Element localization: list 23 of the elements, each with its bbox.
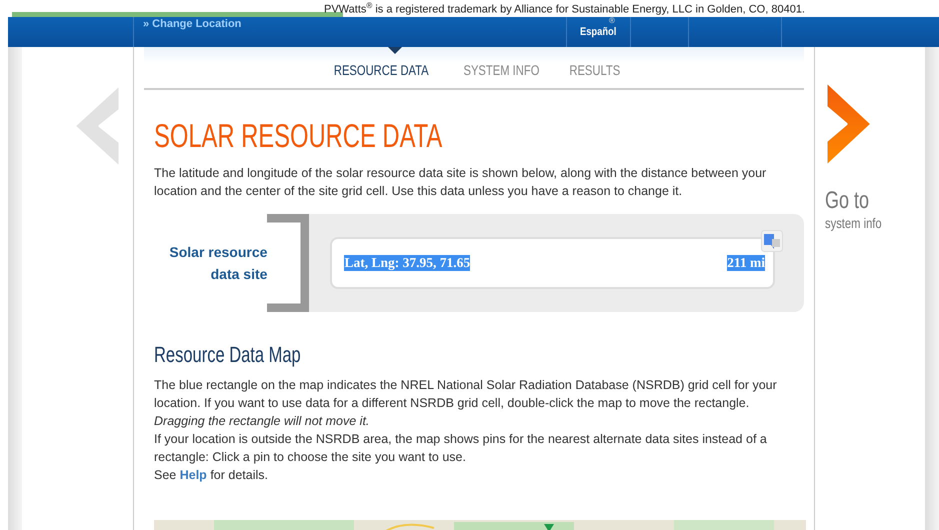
map-note: Dragging the rectangle will not move it. (154, 413, 370, 430)
help-suffix: for details. (210, 468, 268, 482)
distance-text: 211 mi (727, 255, 765, 271)
map-description: The blue rectangle on the map indicates the NREL National Solar Radiation Database (NSRDB) grid cell for your location. If you want to use data for a different NSRDB grid cell, double-click the map to move the rectangle. (154, 377, 778, 412)
tab[interactable]: SYSTEM INFO (464, 62, 540, 78)
page-title: SOLAR RESOURCE DATA (154, 118, 442, 154)
change-location-link[interactable]: » Change Location (143, 18, 242, 30)
next-step-title[interactable]: Go to (825, 187, 870, 215)
next-step-label[interactable]: system info (825, 215, 882, 231)
pointer-icon (388, 47, 402, 55)
map-description: If your location is outside the NSRDB area, the map shows pins for the nearest alternate data sites instead of a rectangle: Click a pin to choose the site you want to use. (154, 431, 768, 466)
trademark-notice: PVWatts$^{®}$ is a registered trademark by Alliance for Sustainable Energy, LLC in Golden, CO, 80401. (324, 1, 805, 16)
help-link[interactable]: Help (180, 468, 207, 482)
intro-text: The latitude and longitude of the solar resource data site is shown below, along with the distance between your location and the center of the site grid cell. Use this data unless you have a reason to change it. (154, 165, 768, 200)
tab[interactable]: RESULTS (569, 62, 620, 78)
tab[interactable]: RESOURCE DATA (333, 62, 428, 78)
site-label: Solar resource data site (168, 243, 268, 284)
help-prefix: See (154, 468, 176, 482)
coordinates-text: Lat, Lng: 37.95, 71.65 (344, 255, 470, 271)
language-link[interactable]: Español (580, 26, 616, 38)
registered-mark: ® (609, 17, 615, 25)
section-heading: Resource Data Map (154, 342, 301, 368)
translate-icon[interactable] (761, 230, 783, 252)
